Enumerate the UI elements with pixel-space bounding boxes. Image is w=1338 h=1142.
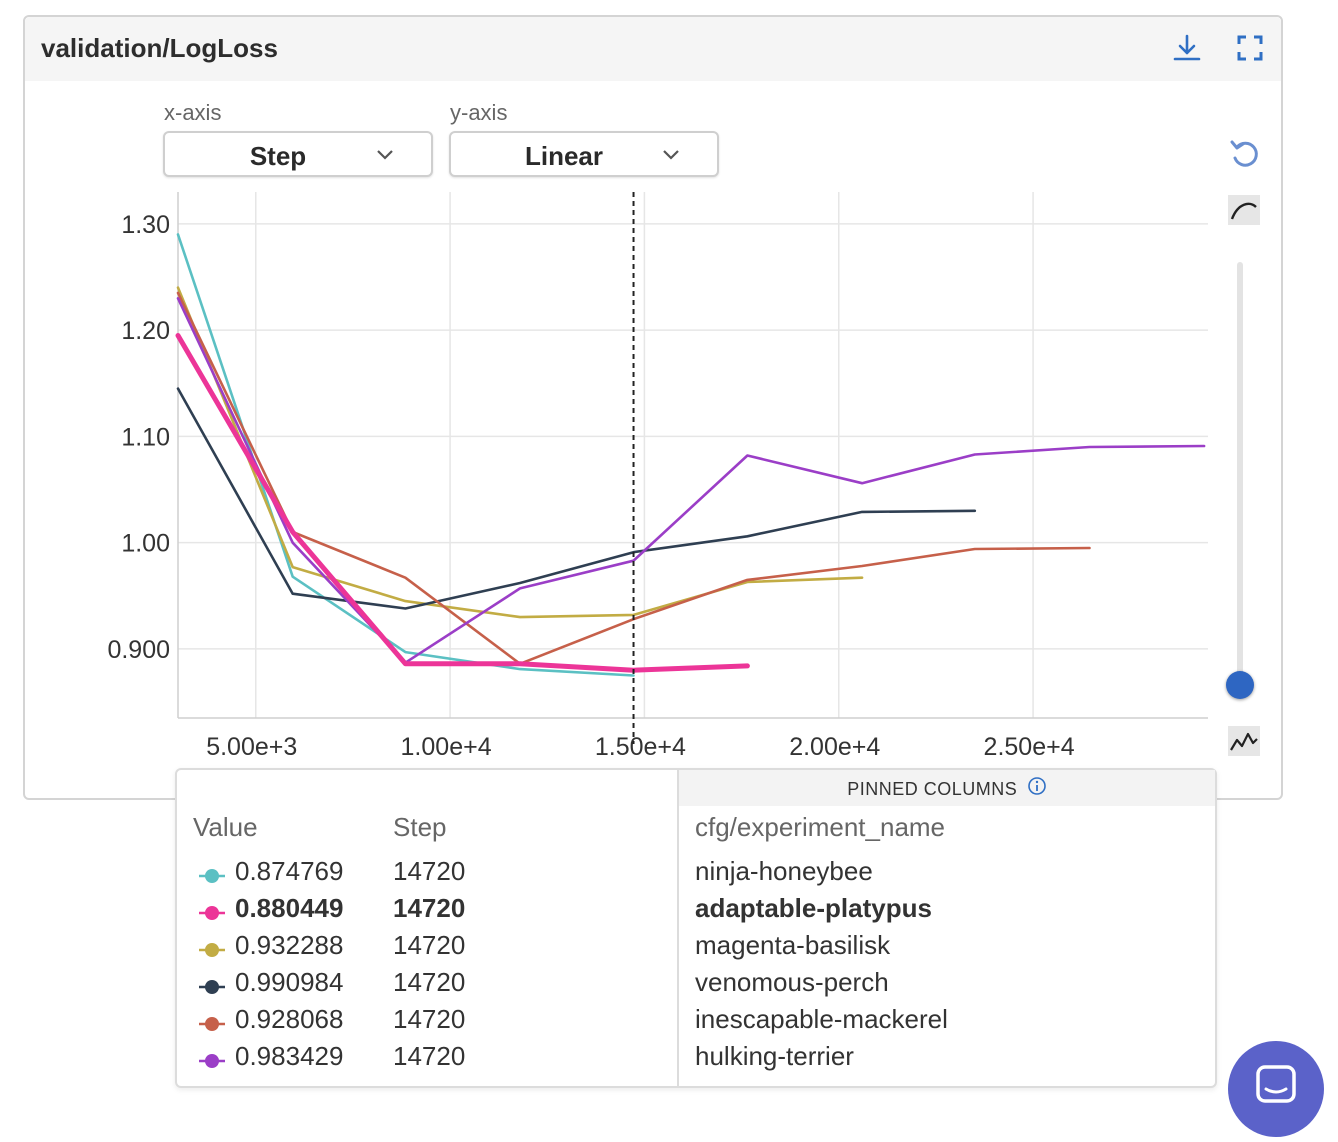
tooltip-value: 0.932288 — [235, 930, 344, 960]
tooltip-step: 14720 — [393, 893, 466, 923]
tooltip-step: 14720 — [393, 967, 466, 997]
tooltip-row: venomous-perch — [679, 967, 1215, 1001]
smoothing-slider-track[interactable] — [1237, 262, 1243, 690]
tooltip-value: 0.928068 — [235, 1004, 344, 1034]
x-tick-label: 2.00e+4 — [789, 733, 880, 761]
raw-line-icon[interactable] — [1228, 726, 1260, 761]
tooltip-value: 0.874769 — [235, 856, 344, 886]
tooltip-experiment-name: ninja-honeybee — [695, 856, 873, 886]
tooltip-row: inescapable-mackerel — [679, 1004, 1215, 1038]
tooltip-value: 0.983429 — [235, 1041, 344, 1071]
x-tick-label: 1.50e+4 — [595, 733, 686, 761]
smoothing-slider-handle[interactable] — [1226, 671, 1254, 699]
step-column-header: Step — [393, 812, 447, 842]
pinned-columns-header: PINNED COLUMNS — [679, 770, 1215, 806]
tooltip-pinned-columns: PINNED COLUMNS cfg/experiment_name ninja… — [677, 770, 1215, 1086]
chat-icon[interactable] — [1228, 1041, 1324, 1137]
tooltip-row: 0.880449 14720 — [177, 893, 677, 927]
tooltip-row: ninja-honeybee — [679, 856, 1215, 890]
tooltip-row: 0.983429 14720 — [177, 1041, 677, 1075]
y-tick-label: 1.20 — [121, 317, 170, 345]
series-line-hulking-terrier[interactable] — [176, 296, 1206, 665]
tooltip-row: magenta-basilisk — [679, 930, 1215, 964]
axes: 0.900 1.00 1.10 1.20 1.30 5.00e+3 1.00e+4 1.50e… — [107, 192, 1208, 761]
series-marker-icon — [197, 899, 227, 930]
tooltip-row: hulking-terrier — [679, 1041, 1215, 1075]
tooltip-step: 14720 — [393, 856, 466, 886]
tooltip-row: 0.990984 14720 — [177, 967, 677, 1001]
tooltip-row: adaptable-platypus — [679, 893, 1215, 927]
line-chart[interactable]: 0.900 1.00 1.10 1.20 1.30 5.00e+3 1.00e+4 1.50e… — [0, 0, 1338, 780]
experiment-name-column-header: cfg/experiment_name — [695, 812, 946, 842]
series-lines — [175, 233, 1206, 677]
tooltip-row: 0.928068 14720 — [177, 1004, 677, 1038]
series-marker-icon — [197, 1010, 227, 1041]
y-tick-label: 1.10 — [121, 423, 170, 451]
tooltip-experiment-name: magenta-basilisk — [695, 930, 891, 960]
series-marker-icon — [197, 1047, 227, 1078]
tooltip-experiment-name: inescapable-mackerel — [695, 1004, 948, 1034]
grid — [178, 192, 1208, 718]
value-column-header: Value — [193, 812, 258, 842]
x-tick-label: 1.00e+4 — [401, 733, 492, 761]
tooltip-row: 0.932288 14720 — [177, 930, 677, 964]
tooltip-step: 14720 — [393, 1004, 466, 1034]
tooltip-row: 0.874769 14720 — [177, 856, 677, 890]
tooltip-value: 0.880449 — [235, 893, 344, 923]
series-line-magenta-basilisk[interactable] — [176, 286, 864, 619]
tooltip-experiment-name: hulking-terrier — [695, 1041, 854, 1071]
tooltip-experiment-name: venomous-perch — [695, 967, 889, 997]
series-marker-icon — [197, 936, 227, 967]
hover-tooltip: Value Step 0.874769 14720 0.880449 14720 0.9… — [175, 768, 1217, 1088]
reset-icon[interactable] — [1228, 137, 1262, 176]
series-marker-icon — [197, 973, 227, 1004]
x-tick-label: 5.00e+3 — [206, 733, 297, 761]
info-icon[interactable] — [1027, 771, 1047, 809]
tooltip-value: 0.990984 — [235, 967, 344, 997]
x-tick-label: 2.50e+4 — [984, 733, 1075, 761]
smooth-curve-icon[interactable] — [1228, 195, 1260, 230]
tooltip-experiment-name: adaptable-platypus — [695, 893, 932, 923]
y-tick-label: 0.900 — [107, 636, 170, 664]
tooltip-values: Value Step 0.874769 14720 0.880449 14720 0.9… — [177, 770, 677, 1086]
tooltip-step: 14720 — [393, 930, 466, 960]
series-marker-icon — [197, 862, 227, 893]
pinned-columns-label: PINNED COLUMNS — [847, 779, 1018, 799]
y-tick-label: 1.30 — [121, 211, 170, 239]
y-tick-label: 1.00 — [121, 530, 170, 558]
tooltip-step: 14720 — [393, 1041, 466, 1071]
